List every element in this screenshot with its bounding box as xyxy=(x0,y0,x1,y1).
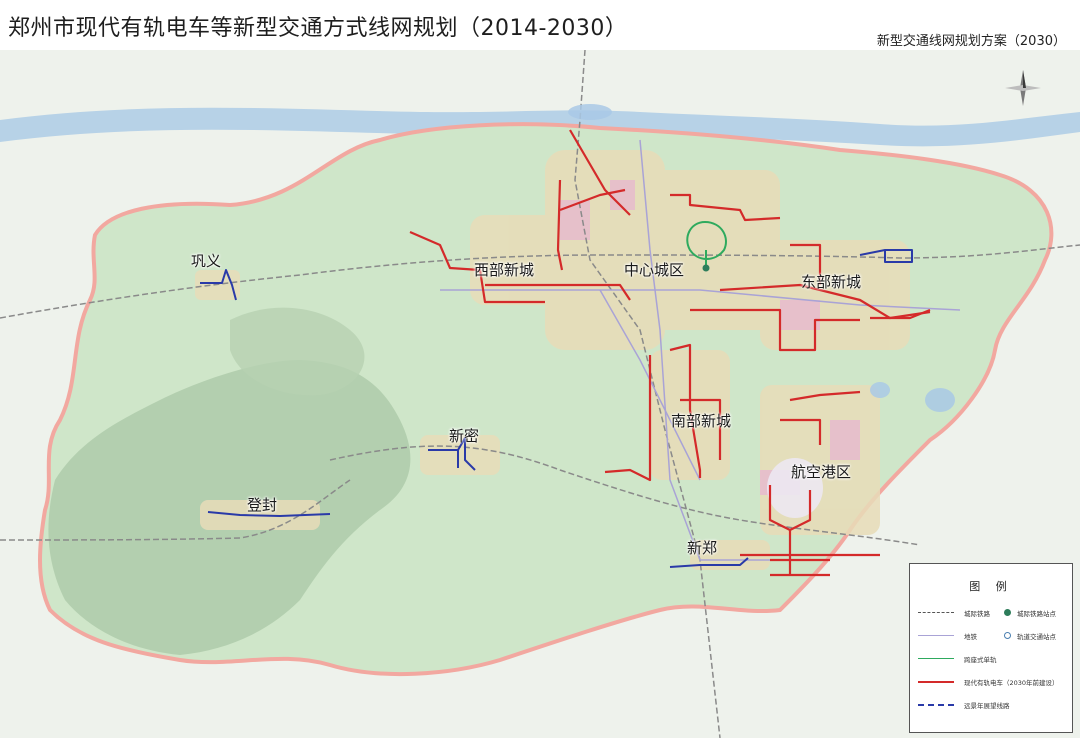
header-bar: 郑州市现代有轨电车等新型交通方式线网规划（2014-2030） 新型交通线网规划… xyxy=(0,0,1080,51)
north-arrow-icon xyxy=(1005,70,1041,106)
legend-swatch-dot xyxy=(1004,609,1011,616)
legend-item-monorail: 跨座式单轨 xyxy=(918,654,1068,664)
label-xinzheng: 新郑 xyxy=(687,539,718,557)
legend-label: 跨座式单轨 xyxy=(964,656,997,664)
label-nanbu-xincheng: 南部新城 xyxy=(671,412,732,430)
label-xibu-xincheng: 西部新城 xyxy=(474,261,535,279)
monorail-station xyxy=(702,264,710,272)
legend-item-intercity-rail: 城际铁路 xyxy=(918,608,996,618)
legend-item-tram: 现代有轨电车（2030年前建设） xyxy=(918,677,1068,687)
label-hangkonggang: 航空港区 xyxy=(791,463,852,481)
legend-swatch-dashed xyxy=(918,704,954,706)
legend-label: 现代有轨电车（2030年前建设） xyxy=(964,679,1059,687)
legend-label: 轨道交通站点 xyxy=(1017,633,1056,641)
legend-title: 图 例 xyxy=(969,580,1013,593)
legend-swatch-dashed xyxy=(918,612,954,613)
legend-swatch-solid xyxy=(918,681,954,683)
legend-item-intercity-station: 城际铁路站点 xyxy=(1004,608,1070,618)
legend-label: 远景年展望线路 xyxy=(964,702,1010,710)
label-dengfeng: 登封 xyxy=(247,496,278,514)
legend-swatch-solid xyxy=(918,658,954,659)
map-legend: 图 例 城际铁路 城际铁路站点 地铁 轨道交通站点 跨座式单轨 现代有轨电车（2… xyxy=(909,563,1073,733)
legend-swatch-ring xyxy=(1004,632,1011,639)
map-subtitle: 新型交通线网规划方案（2030） xyxy=(876,34,1066,49)
legend-label: 城际铁路站点 xyxy=(1017,610,1056,618)
legend-item-rail-station: 轨道交通站点 xyxy=(1004,631,1070,641)
map-title: 郑州市现代有轨电车等新型交通方式线网规划（2014-2030） xyxy=(8,16,628,41)
label-zhongxin-chengqu: 中心城区 xyxy=(624,261,685,279)
legend-swatch-solid xyxy=(918,635,954,636)
label-dongbu-xincheng: 东部新城 xyxy=(801,273,862,291)
legend-label: 城际铁路 xyxy=(964,610,990,618)
legend-item-metro: 地铁 xyxy=(918,631,996,641)
legend-label: 地铁 xyxy=(964,633,977,641)
label-xinmi: 新密 xyxy=(449,427,480,445)
label-gongyi: 巩义 xyxy=(191,252,222,270)
legend-item-future: 远景年展望线路 xyxy=(918,700,1068,710)
